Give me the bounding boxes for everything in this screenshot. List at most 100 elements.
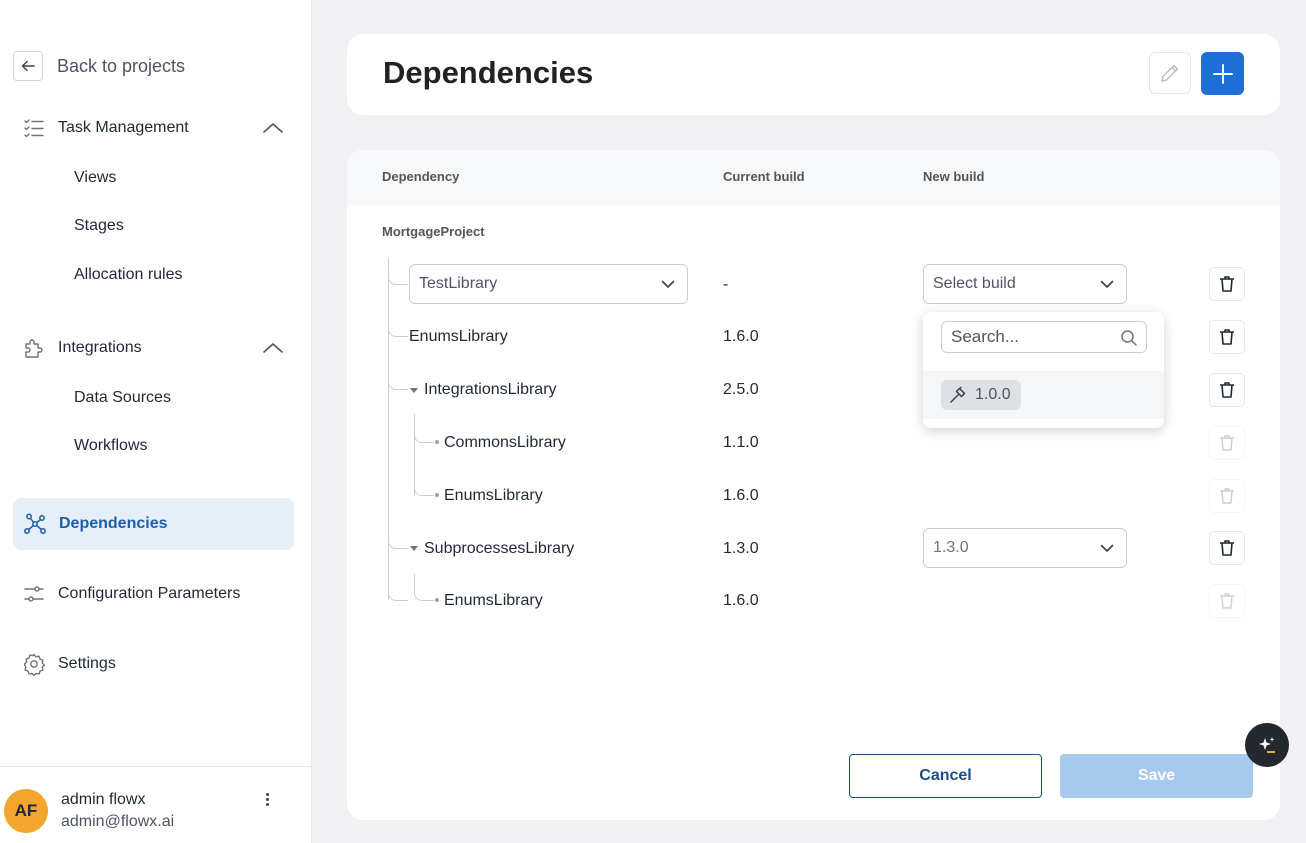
new-build-select[interactable]: 1.3.0 [923,528,1127,568]
column-header-new-build: New build [923,169,985,184]
delete-button[interactable] [1209,267,1245,301]
nav-label-configuration-parameters: Configuration Parameters [58,585,241,602]
chevron-down-icon [1100,544,1114,552]
leaf-dot-icon [435,493,439,497]
edit-button[interactable] [1149,52,1191,94]
tree-connector [414,416,434,443]
build-dropdown-menu: 1.0.0 [923,312,1164,428]
trash-icon [1220,276,1234,292]
nav-item-configuration-parameters[interactable]: Configuration Parameters [22,582,284,606]
search-icon [1121,330,1137,346]
hammer-icon [950,386,966,403]
current-build: 2.5.0 [723,381,759,398]
trash-icon [1220,435,1234,451]
tree-connector [388,310,408,337]
tree-connector [414,574,434,601]
sparkle-icon [1259,737,1275,753]
trash-icon [1220,540,1234,556]
sidebar: Back to projects Task Management Views S… [0,0,312,843]
nav-label-integrations: Integrations [58,339,142,356]
new-build-select[interactable]: Select build [923,264,1127,304]
nav-label-dependencies: Dependencies [59,515,168,532]
current-build: 1.1.0 [723,434,759,451]
dependencies-table-card: Dependency Current build New build Mortg… [347,150,1280,820]
dependency-name: EnumsLibrary [409,328,508,345]
nav-item-workflows[interactable]: Workflows [74,437,148,455]
build-option-label: 1.0.0 [975,386,1011,403]
delete-button[interactable] [1209,531,1245,565]
dependency-name: CommonsLibrary [444,434,566,451]
current-build: 1.3.0 [723,540,759,557]
ai-assistant-button[interactable] [1245,723,1289,767]
nav-item-settings[interactable]: Settings [22,652,284,676]
cancel-button[interactable]: Cancel [849,754,1042,798]
trash-icon [1220,329,1234,345]
dependency-select[interactable]: TestLibrary [409,264,688,304]
leaf-dot-icon [435,598,439,602]
gear-icon [23,653,46,676]
delete-button-disabled [1209,584,1245,618]
user-bar: AF admin flowx admin@flowx.ai [0,766,312,843]
build-search-box[interactable] [941,321,1147,353]
delete-button[interactable] [1209,373,1245,407]
current-build: 1.6.0 [723,328,759,345]
chevron-up-icon[interactable] [262,341,284,355]
chevron-down-icon [661,280,675,288]
checklist-icon [24,119,44,138]
back-button[interactable] [13,51,43,81]
table-header: Dependency Current build New build [347,150,1280,205]
column-header-dependency: Dependency [382,169,460,184]
collapse-caret-icon[interactable] [410,388,418,393]
save-button[interactable]: Save [1060,754,1253,798]
dependencies-icon [24,513,46,534]
pencil-icon [1161,64,1179,82]
delete-button[interactable] [1209,320,1245,354]
nav-group-integrations[interactable]: Integrations [22,336,284,360]
nav-item-stages[interactable]: Stages [74,217,124,235]
build-chip[interactable]: 1.0.0 [941,380,1021,410]
nav-item-dependencies[interactable]: Dependencies [13,498,294,550]
arrow-left-icon [21,60,35,72]
add-dependency-button[interactable] [1201,52,1244,95]
current-build: 1.6.0 [723,592,759,609]
puzzle-icon [25,339,43,358]
current-build: - [723,276,729,293]
column-header-current-build: Current build [723,169,805,184]
user-email: admin@flowx.ai [61,813,175,830]
user-name: admin flowx [61,791,146,808]
collapse-caret-icon[interactable] [410,546,418,551]
back-label[interactable]: Back to projects [57,56,185,77]
page-title: Dependencies [383,55,594,90]
nav-label-settings: Settings [58,655,116,672]
chevron-down-icon [1100,280,1114,288]
project-name: MortgageProject [382,224,485,239]
leaf-dot-icon [435,440,439,444]
dependency-name: SubprocessesLibrary [424,540,575,557]
back-to-projects[interactable]: Back to projects [13,51,185,81]
nav-group-task-management[interactable]: Task Management [22,116,284,140]
dependency-select-value: TestLibrary [419,275,498,292]
nav-item-views[interactable]: Views [74,169,116,187]
tree-connector [388,522,408,549]
sliders-icon [24,586,44,602]
trash-icon [1220,488,1234,504]
tree-connector [388,574,408,601]
tree-connector [388,363,408,390]
nav-item-allocation-rules[interactable]: Allocation rules [74,266,183,284]
build-option[interactable]: 1.0.0 [923,371,1164,419]
build-search-input[interactable] [951,327,1111,347]
trash-icon [1220,593,1234,609]
more-options-icon[interactable] [258,789,276,809]
nav-item-data-sources[interactable]: Data Sources [74,389,171,407]
plus-icon [1212,63,1233,84]
nav-label-task-management: Task Management [58,119,189,136]
tree-connector [388,258,408,285]
chevron-up-icon[interactable] [262,121,284,135]
avatar[interactable]: AF [4,789,48,833]
dependency-name: EnumsLibrary [444,592,543,609]
delete-button-disabled [1209,426,1245,460]
delete-button-disabled [1209,479,1245,513]
new-build-value: 1.3.0 [933,539,969,556]
tree-connector [414,469,434,496]
dependency-name: IntegrationsLibrary [424,381,557,398]
